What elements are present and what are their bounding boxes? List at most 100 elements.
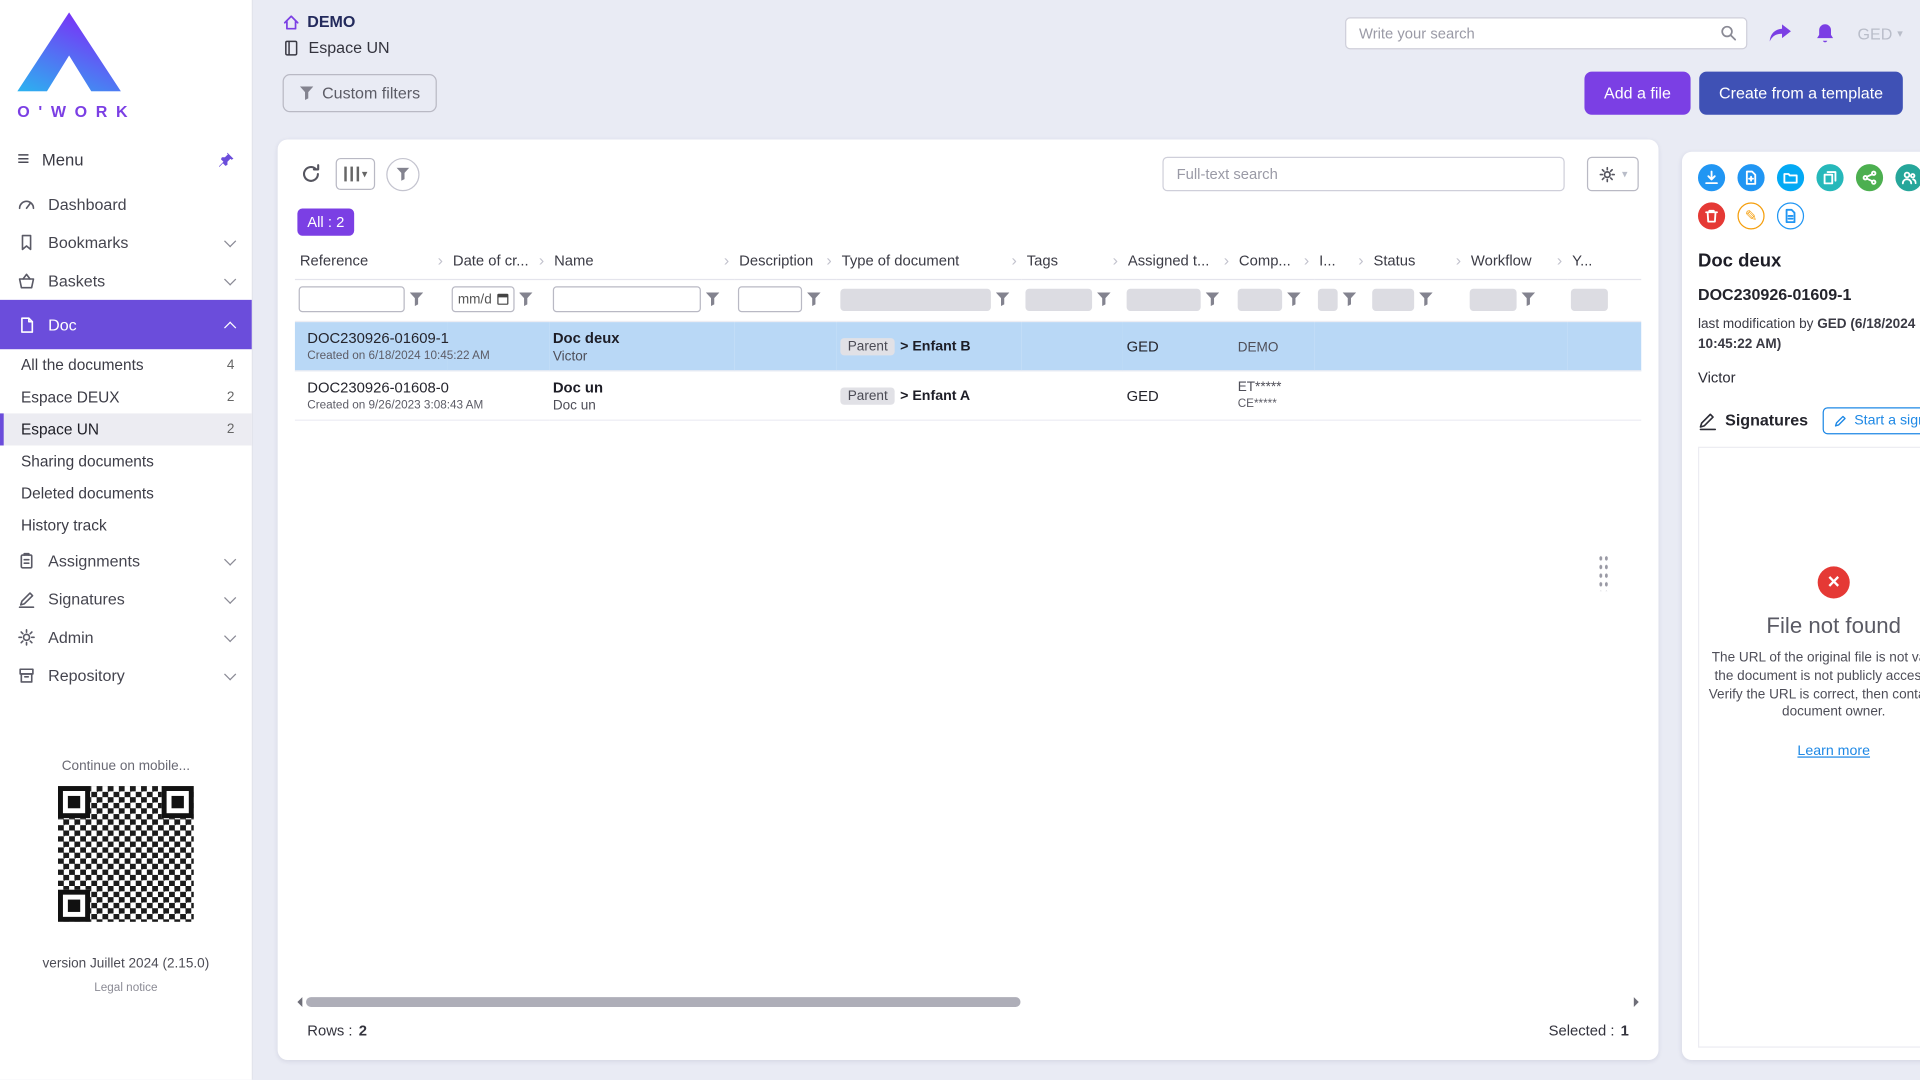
sidebar-item-assignments[interactable]: Assignments bbox=[0, 542, 252, 580]
add-file-button[interactable]: Add a file bbox=[1584, 72, 1690, 115]
workspace-title[interactable]: DEMO bbox=[283, 12, 390, 31]
action-bar: Custom filters Add a file Create from a … bbox=[253, 57, 1920, 115]
detail-last-modification: last modification by GED (6/18/2024 10:4… bbox=[1698, 316, 1920, 355]
panel-resize-handle[interactable] bbox=[1598, 554, 1609, 591]
refresh-button[interactable] bbox=[297, 160, 324, 187]
filter-y-select[interactable] bbox=[1571, 288, 1608, 310]
sidebar-subitem-espace-deux[interactable]: Espace DEUX 2 bbox=[0, 381, 252, 413]
filter-description-input[interactable] bbox=[738, 286, 802, 312]
share-icon[interactable] bbox=[1769, 22, 1794, 44]
scrollbar-track[interactable] bbox=[306, 996, 1630, 1008]
sidebar-subitem-all-documents[interactable]: All the documents 4 bbox=[0, 349, 252, 381]
users-icon bbox=[1902, 170, 1917, 185]
chevron-down-icon bbox=[224, 629, 236, 641]
horizontal-scrollbar[interactable] bbox=[290, 993, 1646, 1010]
column-header-workflow[interactable]: Workflow› bbox=[1466, 243, 1567, 279]
chevron-down-icon: ▾ bbox=[362, 167, 368, 181]
sidebar-item-dashboard[interactable]: Dashboard bbox=[0, 185, 252, 223]
document-row[interactable]: DOC230926-01608-0 Created on 9/26/2023 3… bbox=[295, 371, 1641, 420]
delete-button[interactable] bbox=[1698, 202, 1725, 229]
sidebar-subitem-history-track[interactable]: History track bbox=[0, 510, 252, 542]
column-header-status[interactable]: Status› bbox=[1369, 243, 1466, 279]
filter-assigned-select[interactable] bbox=[1127, 288, 1201, 310]
duplicate-button[interactable] bbox=[1816, 164, 1843, 191]
custom-filters-button[interactable]: Custom filters bbox=[283, 74, 438, 112]
filter-reference-input[interactable] bbox=[299, 286, 405, 312]
start-signature-button[interactable]: Start a signature bbox=[1822, 407, 1920, 434]
bell-icon[interactable] bbox=[1814, 22, 1836, 45]
column-header-description[interactable]: Description› bbox=[734, 243, 836, 279]
file-plus-icon bbox=[1744, 170, 1759, 185]
column-header-date[interactable]: Date of cr...› bbox=[448, 243, 549, 279]
edit-button[interactable]: ✎ bbox=[1737, 202, 1764, 229]
filter-company-select[interactable] bbox=[1238, 288, 1282, 310]
sidebar-subitem-sharing-documents[interactable]: Sharing documents bbox=[0, 445, 252, 477]
properties-button[interactable] bbox=[1777, 202, 1804, 229]
clipboard-icon bbox=[17, 552, 36, 571]
menu-header: ≡ Menu bbox=[0, 138, 252, 180]
scrollbar-thumb[interactable] bbox=[306, 997, 1021, 1007]
share-button[interactable] bbox=[1856, 164, 1883, 191]
legal-notice-link[interactable]: Legal notice bbox=[0, 981, 252, 995]
move-to-folder-button[interactable] bbox=[1777, 164, 1804, 191]
sidebar-item-baskets[interactable]: Baskets bbox=[0, 262, 252, 300]
column-header-tags[interactable]: Tags› bbox=[1022, 243, 1123, 279]
hamburger-icon[interactable]: ≡ bbox=[17, 147, 29, 172]
user-menu[interactable]: GED ▾ bbox=[1858, 24, 1903, 43]
column-header-name[interactable]: Name› bbox=[549, 243, 734, 279]
filter-i-select[interactable] bbox=[1318, 288, 1338, 310]
type-parent-chip: Parent bbox=[840, 387, 895, 404]
sidebar-item-signatures[interactable]: Signatures bbox=[0, 580, 252, 618]
column-header-reference[interactable]: Reference› bbox=[295, 243, 448, 279]
assign-users-button[interactable] bbox=[1895, 164, 1920, 191]
tab-all-documents[interactable]: All : 2 bbox=[297, 209, 354, 236]
global-search-input[interactable] bbox=[1345, 17, 1747, 49]
learn-more-link[interactable]: Learn more bbox=[1797, 744, 1870, 759]
filters-toggle-button[interactable] bbox=[386, 157, 419, 190]
pen-icon bbox=[1833, 413, 1848, 428]
create-from-template-button[interactable]: Create from a template bbox=[1699, 72, 1903, 115]
space-title[interactable]: Espace UN bbox=[283, 38, 390, 57]
sidebar-item-bookmarks[interactable]: Bookmarks bbox=[0, 223, 252, 261]
copy-icon bbox=[1823, 170, 1838, 185]
detail-title: Doc deux bbox=[1698, 251, 1920, 272]
new-version-button[interactable] bbox=[1737, 164, 1764, 191]
column-header-assigned[interactable]: Assigned t...› bbox=[1123, 243, 1234, 279]
sidebar-item-doc[interactable]: Doc bbox=[0, 300, 252, 349]
scroll-left-arrow[interactable] bbox=[292, 997, 302, 1007]
search-icon[interactable] bbox=[1719, 23, 1738, 42]
fulltext-search bbox=[1163, 157, 1565, 192]
filter-icon[interactable] bbox=[410, 292, 424, 306]
signatures-section: Signatures Start a signature bbox=[1698, 407, 1920, 434]
folder-open-icon bbox=[1783, 170, 1798, 185]
sidebar-subitem-deleted-documents[interactable]: Deleted documents bbox=[0, 478, 252, 510]
column-resize-handle[interactable]: › bbox=[438, 251, 443, 270]
document-name: Doc un bbox=[553, 378, 731, 395]
column-header-y[interactable]: Y... bbox=[1567, 243, 1641, 279]
sidebar-item-admin[interactable]: Admin bbox=[0, 618, 252, 656]
filter-type-select[interactable] bbox=[840, 288, 991, 310]
app-root: O'WORK ≡ Menu Dashboard Bookmarks Basket… bbox=[0, 0, 1920, 1080]
filter-name-input[interactable] bbox=[553, 286, 701, 312]
fulltext-search-input[interactable] bbox=[1163, 157, 1565, 192]
filter-status-select[interactable] bbox=[1372, 288, 1414, 310]
filter-tags-select[interactable] bbox=[1025, 288, 1092, 310]
scroll-right-arrow[interactable] bbox=[1634, 997, 1644, 1007]
filter-workflow-select[interactable] bbox=[1470, 288, 1517, 310]
column-header-i[interactable]: I...› bbox=[1314, 243, 1368, 279]
doc-subnav: All the documents 4 Espace DEUX 2 Espace… bbox=[0, 349, 252, 542]
error-title: File not found bbox=[1766, 613, 1901, 639]
download-button[interactable] bbox=[1698, 164, 1725, 191]
mobile-hint: Continue on mobile... bbox=[0, 759, 252, 774]
filter-date-input[interactable]: mm/d bbox=[452, 286, 514, 312]
column-header-type[interactable]: Type of document› bbox=[837, 243, 1022, 279]
column-header-company[interactable]: Comp...› bbox=[1234, 243, 1314, 279]
table-settings-button[interactable]: ▾ bbox=[1588, 157, 1639, 192]
chevron-down-icon bbox=[224, 273, 236, 285]
sidebar-subitem-espace-un[interactable]: Espace UN 2 bbox=[0, 413, 252, 445]
columns-button[interactable]: ▾ bbox=[336, 158, 375, 190]
document-row[interactable]: DOC230926-01609-1 Created on 6/18/2024 1… bbox=[295, 321, 1641, 370]
home-icon bbox=[283, 13, 300, 30]
sidebar-item-repository[interactable]: Repository bbox=[0, 656, 252, 694]
pin-sidebar-icon[interactable] bbox=[218, 151, 234, 167]
